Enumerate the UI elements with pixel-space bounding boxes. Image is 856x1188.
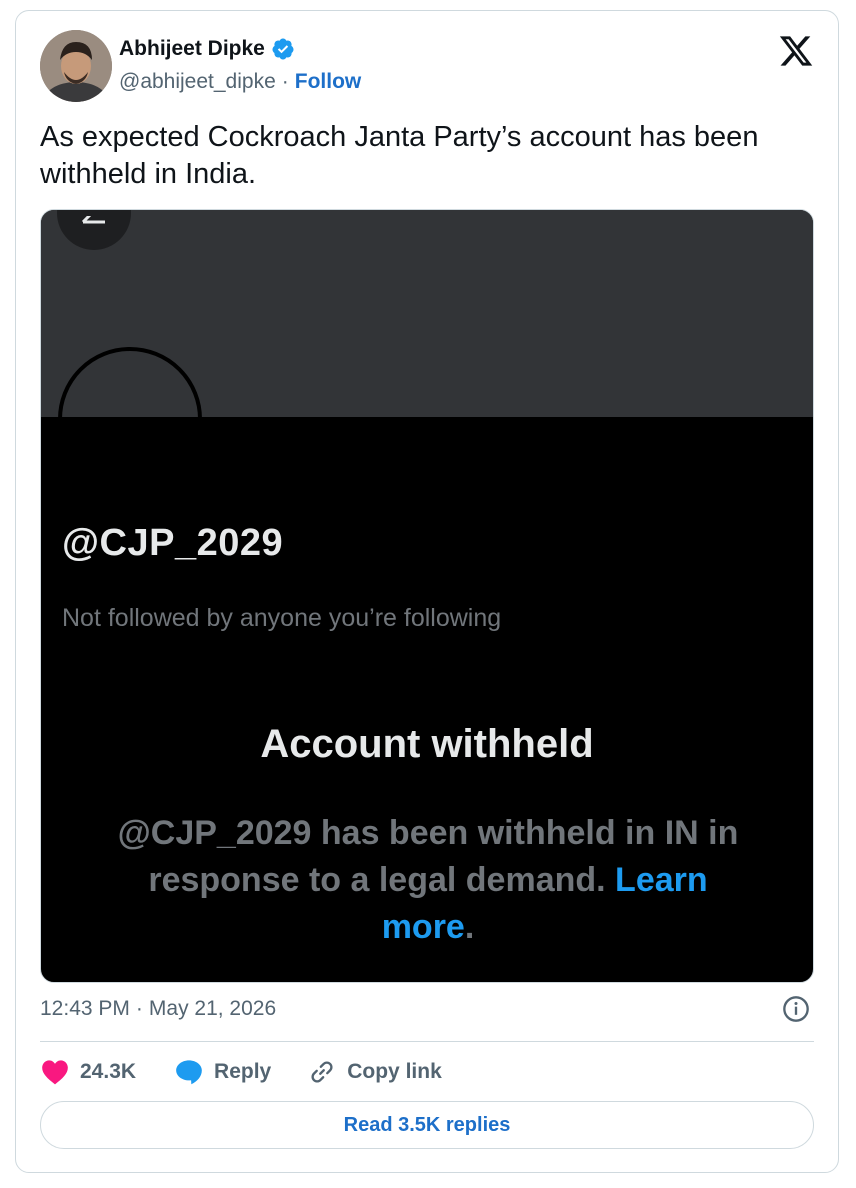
author-handle-line: @abhijeet_dipke · Follow (119, 70, 361, 94)
back-arrow-icon (81, 216, 105, 224)
action-bar: 24.3K Reply Copy link (40, 1057, 442, 1087)
author-avatar[interactable] (40, 30, 112, 102)
verified-badge-icon (272, 38, 294, 60)
link-icon (307, 1057, 337, 1087)
follow-link[interactable]: Follow (295, 70, 362, 94)
divider (40, 1041, 814, 1042)
withheld-message-period: . (464, 908, 475, 946)
tweet-timestamp[interactable]: 12:43 PM · May 21, 2026 (40, 997, 276, 1021)
copy-link-label: Copy link (347, 1060, 442, 1083)
profile-avatar-ring (58, 347, 202, 419)
withheld-account-handle: @CJP_2029 (62, 522, 284, 564)
reply-label: Reply (214, 1060, 272, 1083)
withheld-message: @CJP_2029 has been withheld in IN in res… (101, 810, 755, 951)
timestamp-separator: · (135, 997, 143, 1020)
reply-bubble-icon (174, 1057, 204, 1087)
followers-note: Not followed by anyone you’re following (62, 604, 502, 632)
x-logo-icon[interactable] (778, 33, 814, 69)
author-name-text[interactable]: Abhijeet Dipke (119, 37, 265, 61)
tweet-media-screenshot[interactable]: @CJP_2029 Not followed by anyone you’re … (40, 209, 814, 983)
like-count: 24.3K (80, 1060, 137, 1083)
like-button[interactable]: 24.3K (40, 1057, 136, 1087)
read-replies-button[interactable]: Read 3.5K replies (40, 1101, 814, 1149)
info-icon[interactable] (782, 995, 810, 1023)
avatar-image (40, 30, 112, 102)
reply-button[interactable]: Reply (174, 1057, 271, 1087)
tweet-date: May 21, 2026 (148, 997, 277, 1020)
tweet-text: As expected Cockroach Janta Party’s acco… (40, 121, 759, 190)
heart-icon (40, 1057, 70, 1087)
withheld-title: Account withheld (260, 722, 594, 766)
copy-link-button[interactable]: Copy link (307, 1057, 442, 1087)
tweet-time: 12:43 PM (40, 997, 130, 1020)
author-name[interactable]: Abhijeet Dipke (119, 37, 295, 61)
tweet-card: Abhijeet Dipke @abhijeet_dipke · Follow … (15, 10, 839, 1173)
author-handle[interactable]: @abhijeet_dipke (119, 70, 276, 94)
separator-dot: · (281, 70, 289, 93)
